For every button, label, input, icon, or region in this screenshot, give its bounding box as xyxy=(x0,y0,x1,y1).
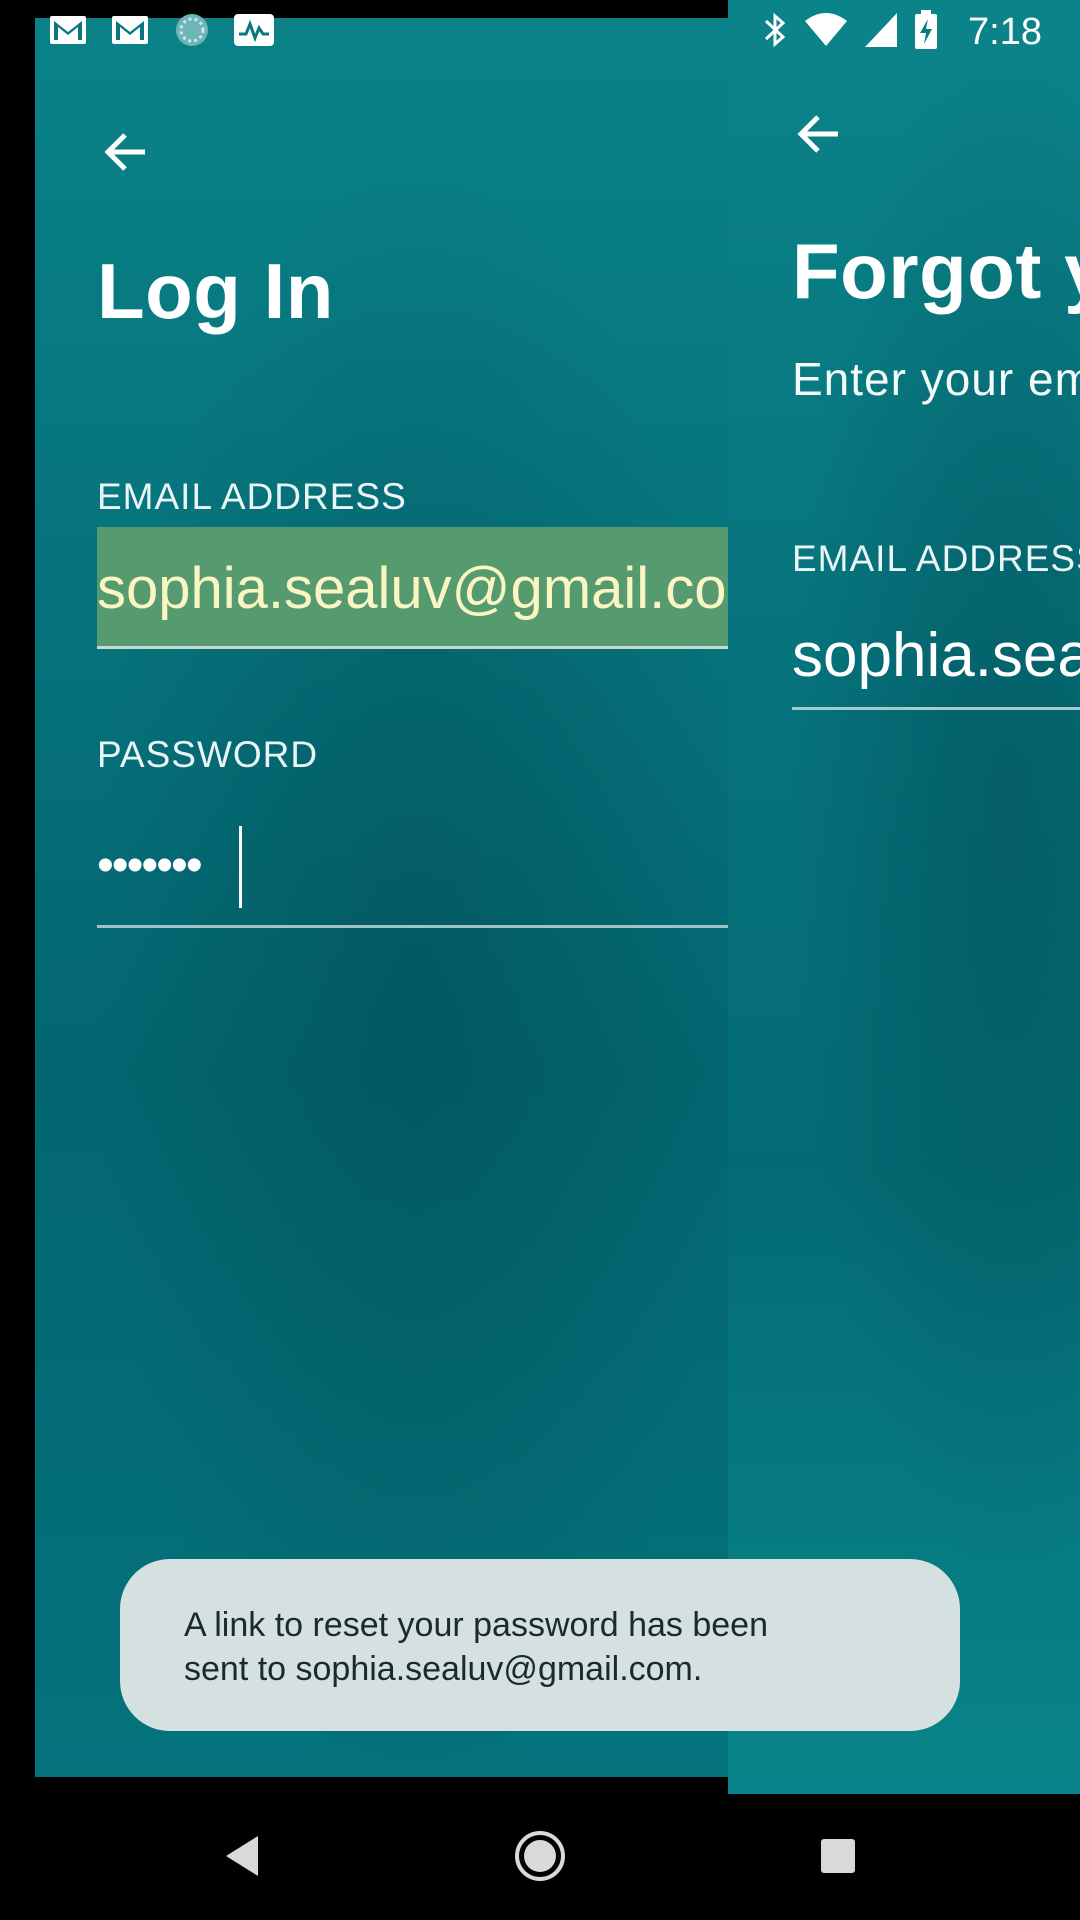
text-cursor xyxy=(239,826,242,908)
notification-icons xyxy=(48,12,274,48)
gmail-icon xyxy=(110,12,150,48)
back-arrow-icon[interactable] xyxy=(790,104,850,164)
toast-line: sent to sophia.sealuv@gmail.com. xyxy=(184,1650,703,1688)
email-value: sophia.sealuv@gmail.com xyxy=(97,556,728,621)
gmail-icon xyxy=(48,12,88,48)
email-value: sophia.sealuv@gmail.com xyxy=(792,621,1080,690)
page-title: Log In xyxy=(97,247,334,335)
signal-icon xyxy=(864,12,898,53)
navigation-bar xyxy=(0,1794,1080,1920)
wifi-icon xyxy=(804,12,848,52)
password-field[interactable]: ••••••• xyxy=(97,818,728,928)
password-label: PASSWORD xyxy=(97,734,319,775)
login-screen: Log In EMAIL ADDRESS sophia.sealuv@gmail… xyxy=(35,18,728,1777)
email-label: EMAIL ADDRESS xyxy=(97,476,407,517)
sync-icon xyxy=(172,12,212,48)
recents-nav-icon[interactable] xyxy=(806,1824,870,1888)
clock: 7:18 xyxy=(968,10,1042,53)
system-icons: 7:18 xyxy=(762,8,1042,56)
back-nav-icon[interactable] xyxy=(210,1824,274,1888)
password-value: ••••••• xyxy=(97,839,203,892)
home-nav-icon[interactable] xyxy=(508,1824,572,1888)
status-bar: 7:18 xyxy=(0,0,1080,64)
email-field[interactable]: sophia.sealuv@gmail.com xyxy=(792,606,1080,710)
page-title: Forgot your password? xyxy=(792,227,1080,315)
toast-line: A link to reset your password has been xyxy=(184,1606,768,1644)
back-arrow-icon[interactable] xyxy=(97,122,157,182)
bluetooth-icon xyxy=(762,11,788,54)
forgot-password-screen: Forgot your password? Enter your email a… xyxy=(728,0,1080,1794)
email-label: EMAIL ADDRESS xyxy=(792,538,1080,579)
activity-icon xyxy=(234,12,274,48)
page-subtitle: Enter your email address xyxy=(792,353,1080,405)
email-field[interactable]: sophia.sealuv@gmail.com xyxy=(97,527,728,649)
battery-charging-icon xyxy=(914,9,938,55)
toast-message: A link to reset your password has been s… xyxy=(120,1559,960,1731)
